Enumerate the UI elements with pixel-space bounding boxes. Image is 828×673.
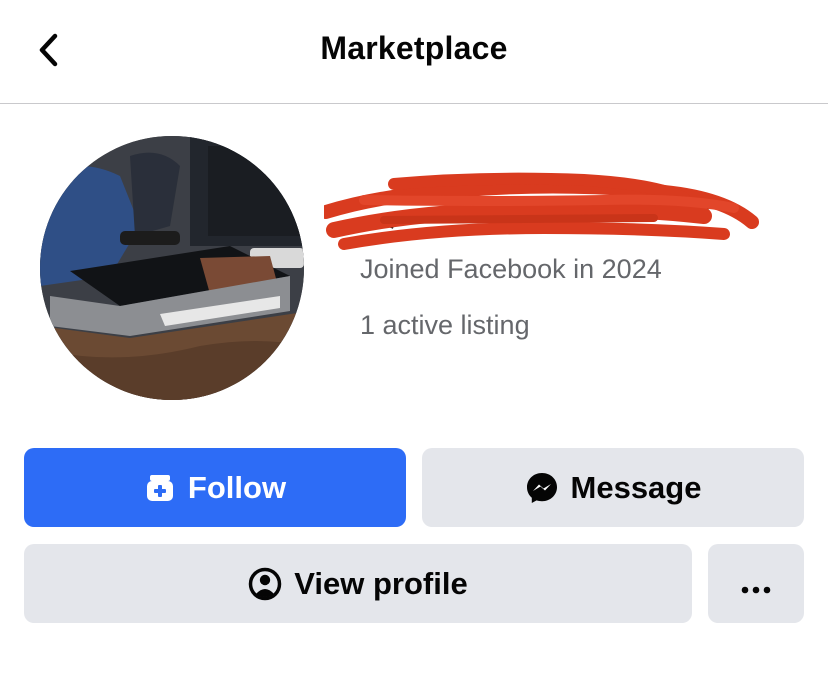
top-bar: Marketplace	[0, 0, 828, 104]
joined-date-text: Joined Facebook in 2024	[360, 254, 662, 284]
message-label: Message	[570, 469, 702, 505]
seller-avatar[interactable]	[40, 136, 304, 400]
page-title: Marketplace	[320, 30, 508, 66]
more-options-button[interactable]	[708, 544, 804, 623]
seller-name-redacted	[319, 172, 764, 252]
more-horizontal-icon	[741, 566, 771, 602]
active-listings-count[interactable]: 1 active listing	[360, 310, 530, 341]
follow-button[interactable]: Follow	[24, 448, 406, 527]
messenger-icon	[525, 471, 559, 505]
follow-label: Follow	[187, 469, 287, 505]
view-profile-label: View profile	[294, 565, 468, 601]
marketplace-seller-page: Marketplace Joined Facebook in 2024 1 ac…	[0, 0, 828, 673]
store-plus-icon	[144, 472, 176, 504]
message-button[interactable]: Message	[422, 448, 804, 527]
view-profile-button[interactable]: View profile	[24, 544, 692, 623]
user-circle-icon	[248, 567, 282, 601]
